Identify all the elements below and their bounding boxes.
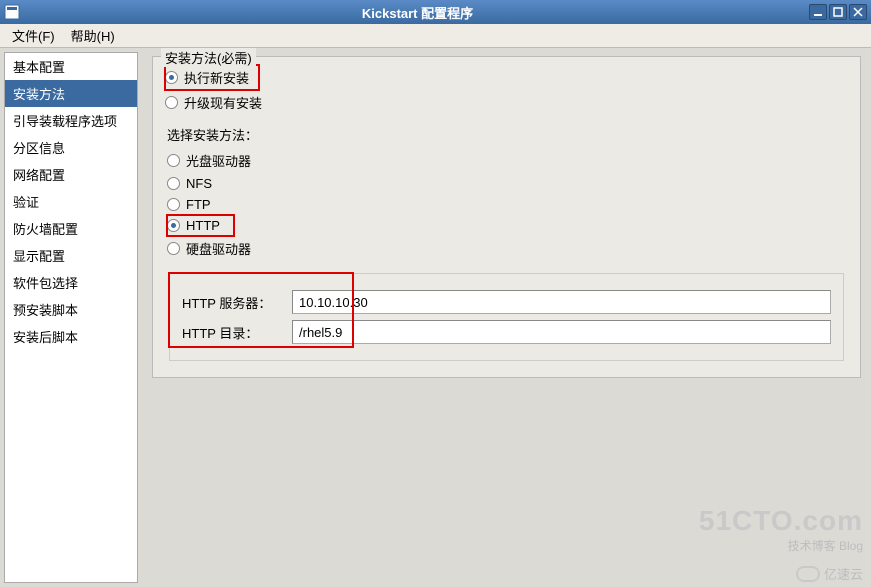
menu-file[interactable]: 文件(F) xyxy=(4,24,63,47)
radio-icon xyxy=(167,177,180,190)
sidebar-item[interactable]: 网络配置 xyxy=(5,161,137,188)
radio-label: 执行新安装 xyxy=(184,68,249,87)
sidebar-item[interactable]: 安装方法 xyxy=(5,80,137,107)
http-fields: HTTP 服务器： HTTP 目录： xyxy=(169,273,844,361)
sidebar-item[interactable]: 安装后脚本 xyxy=(5,323,137,350)
install-method-group: 安装方法(必需) 执行新安装 升级现有安装 选择安装方法： 光盘驱动器 NFS xyxy=(152,56,861,378)
sidebar-item[interactable]: 基本配置 xyxy=(5,53,137,80)
http-dir-row: HTTP 目录： xyxy=(182,320,831,344)
radio-harddrive[interactable]: 硬盘驱动器 xyxy=(167,236,848,261)
sidebar-item[interactable]: 分区信息 xyxy=(5,134,137,161)
radio-label: FTP xyxy=(186,197,211,212)
http-server-input[interactable] xyxy=(292,290,831,314)
window-title: Kickstart 配置程序 xyxy=(26,3,809,22)
radio-label: NFS xyxy=(186,176,212,191)
radio-label: 升级现有安装 xyxy=(184,93,262,112)
radio-icon xyxy=(167,198,180,211)
menubar: 文件(F) 帮助(H) xyxy=(0,24,871,48)
http-server-label: HTTP 服务器： xyxy=(182,293,292,312)
sidebar-item[interactable]: 软件包选择 xyxy=(5,269,137,296)
menu-help[interactable]: 帮助(H) xyxy=(63,24,123,47)
radio-icon xyxy=(165,96,178,109)
sidebar-item[interactable]: 引导装载程序选项 xyxy=(5,107,137,134)
radio-label: HTTP xyxy=(186,218,220,233)
method-options: 光盘驱动器 NFS FTP HTTP 硬盘驱动器 xyxy=(167,148,848,261)
maximize-button[interactable] xyxy=(829,4,847,20)
radio-icon xyxy=(167,154,180,167)
main-panel: 安装方法(必需) 执行新安装 升级现有安装 选择安装方法： 光盘驱动器 NFS xyxy=(142,48,871,587)
radio-label: 光盘驱动器 xyxy=(186,151,251,170)
radio-ftp[interactable]: FTP xyxy=(167,194,848,215)
radio-cdrom[interactable]: 光盘驱动器 xyxy=(167,148,848,173)
close-button[interactable] xyxy=(849,4,867,20)
sidebar-item[interactable]: 防火墙配置 xyxy=(5,215,137,242)
install-method-legend: 安装方法(必需) xyxy=(161,48,256,67)
http-dir-label: HTTP 目录： xyxy=(182,323,292,342)
titlebar: Kickstart 配置程序 xyxy=(0,0,871,24)
radio-http[interactable]: HTTP xyxy=(167,215,234,236)
sidebar-item[interactable]: 验证 xyxy=(5,188,137,215)
radio-label: 硬盘驱动器 xyxy=(186,239,251,258)
radio-upgrade[interactable]: 升级现有安装 xyxy=(165,90,848,115)
sidebar-item[interactable]: 预安装脚本 xyxy=(5,296,137,323)
radio-icon xyxy=(167,242,180,255)
content-area: 基本配置安装方法引导装载程序选项分区信息网络配置验证防火墙配置显示配置软件包选择… xyxy=(0,48,871,587)
radio-icon xyxy=(167,219,180,232)
http-dir-input[interactable] xyxy=(292,320,831,344)
minimize-button[interactable] xyxy=(809,4,827,20)
radio-nfs[interactable]: NFS xyxy=(167,173,848,194)
http-server-row: HTTP 服务器： xyxy=(182,290,831,314)
radio-new-install[interactable]: 执行新安装 xyxy=(165,65,259,90)
choose-method-label: 选择安装方法： xyxy=(167,125,846,144)
sidebar[interactable]: 基本配置安装方法引导装载程序选项分区信息网络配置验证防火墙配置显示配置软件包选择… xyxy=(4,52,138,583)
sidebar-item[interactable]: 显示配置 xyxy=(5,242,137,269)
radio-icon xyxy=(165,71,178,84)
window-buttons xyxy=(809,4,867,20)
app-icon xyxy=(4,4,20,20)
